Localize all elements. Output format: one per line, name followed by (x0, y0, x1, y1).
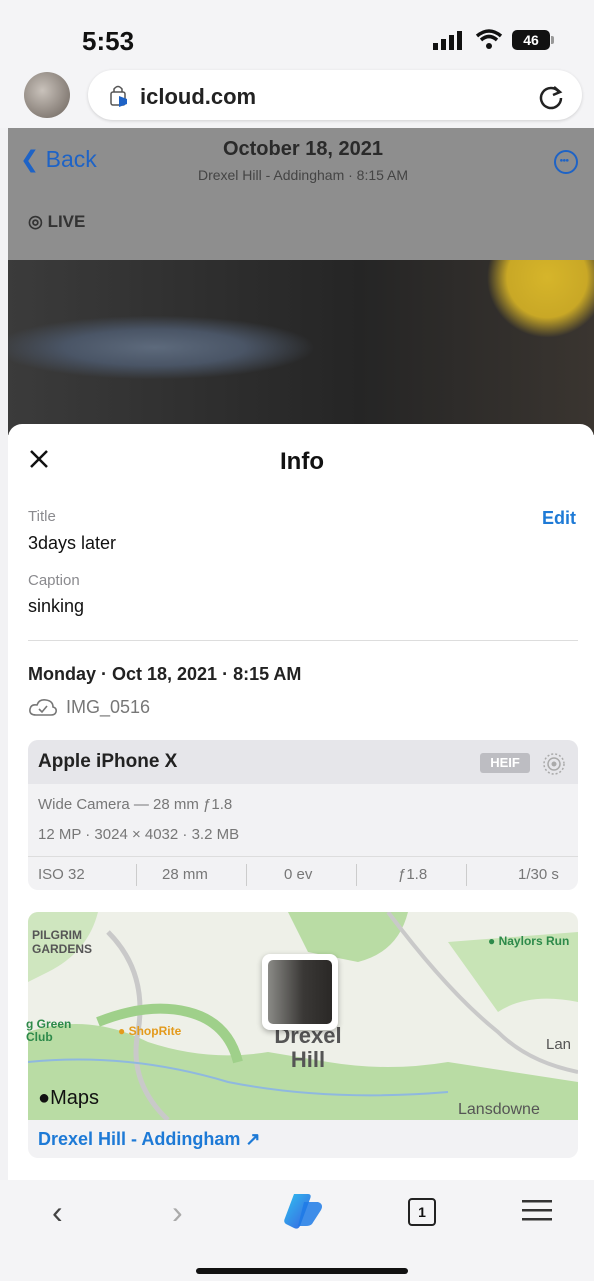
place-link[interactable]: Drexel Hill - Addingham ↗ (38, 1129, 260, 1150)
close-icon[interactable] (28, 448, 50, 470)
photo-preview (8, 260, 594, 435)
map-label: PILGRIM GARDENS (32, 928, 93, 956)
battery-cap (551, 36, 554, 44)
lock-icon (110, 85, 127, 107)
live-label: LIVE (47, 212, 86, 231)
icloud-check-icon (29, 699, 57, 716)
capture-datetime: Monday · Oct 18, 2021 · 8:15 AM (28, 664, 302, 684)
battery-icon: 46 (512, 30, 550, 50)
reload-icon[interactable] (538, 84, 564, 110)
exif-separator (136, 864, 137, 886)
maps-brand-text: Maps (50, 1087, 99, 1109)
park-icon: ● (488, 934, 499, 948)
exif-focal-length: 28 mm (162, 866, 208, 883)
map-label-poi: ● ShopRite (118, 1024, 181, 1038)
caption-label: Caption (28, 572, 80, 589)
exif-separator (356, 864, 357, 886)
pin-thumbnail (268, 960, 332, 1024)
cellular-signal-icon (433, 31, 462, 50)
live-photo-toggle[interactable]: ◎ LIVE (28, 212, 85, 232)
device-name: Apple iPhone X (38, 751, 178, 772)
tabs-button[interactable]: 1 (408, 1198, 436, 1226)
exif-divider (28, 856, 578, 857)
exif-separator (246, 864, 247, 886)
photo-subtitle: Drexel Hill - Addingham · 8:15 AM (197, 167, 409, 183)
more-options-icon[interactable] (554, 150, 578, 174)
map-label-naylors-text: Naylors Run (498, 934, 570, 948)
divider (28, 640, 578, 641)
back-button[interactable]: ❮ Back (20, 146, 97, 173)
url-text[interactable]: icloud.com (140, 84, 256, 110)
apple-logo-icon: ● (38, 1087, 51, 1109)
edit-button[interactable]: Edit (542, 508, 576, 529)
store-icon: ● (118, 1024, 129, 1038)
map-label: g Green Club (26, 1017, 72, 1044)
map-label: Lan (546, 1036, 572, 1053)
map-label-park: ● Naylors Run (488, 934, 569, 948)
map-label: Lansdowne (458, 1101, 540, 1118)
maps-brand: ●Maps (38, 1087, 99, 1110)
exif-iso: ISO 32 (38, 866, 85, 883)
exif-shutter: 1/30 s (518, 866, 559, 883)
resolution-info: 12 MP · 3024 × 4032 · 3.2 MB (38, 826, 240, 843)
filename: IMG_0516 (66, 697, 151, 717)
live-icon: ◎ (28, 212, 48, 231)
wifi-icon (475, 29, 503, 49)
title-label: Title (28, 508, 56, 525)
avatar[interactable] (24, 72, 70, 118)
exif-aperture: ƒ1.8 (398, 866, 428, 883)
exif-separator (466, 864, 467, 886)
map-label-town: Drexel Hill (274, 1023, 342, 1072)
map-label-shoprite-text: ShopRite (128, 1024, 182, 1038)
chevron-left-icon: ❮ (20, 146, 46, 172)
live-photo-icon (543, 753, 565, 775)
status-time: 5:53 (82, 26, 135, 56)
browser-back-button[interactable]: ‹ (52, 1194, 63, 1231)
caption-value: sinking (28, 596, 85, 616)
photo-date: October 18, 2021 (222, 138, 384, 160)
home-indicator (196, 1268, 408, 1274)
sheet-title: Info (280, 448, 324, 475)
lens-info: Wide Camera — 28 mm ƒ1.8 (38, 796, 233, 813)
back-label: Back (45, 146, 97, 172)
title-value: 3days later (28, 533, 117, 553)
exif-exposure: 0 ev (284, 866, 313, 883)
format-badge: HEIF (480, 753, 530, 773)
browser-forward-button[interactable]: › (172, 1194, 183, 1231)
copilot-icon[interactable] (282, 1190, 326, 1230)
menu-icon[interactable] (522, 1198, 552, 1222)
